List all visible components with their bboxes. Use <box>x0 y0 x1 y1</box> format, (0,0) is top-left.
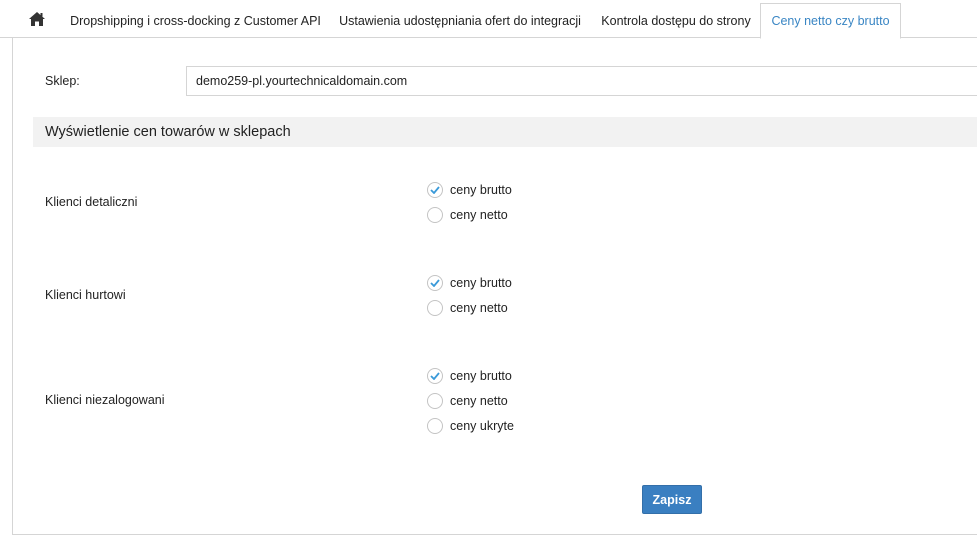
radio-wholesale-gross[interactable]: ceny brutto <box>427 274 512 292</box>
radio-button-checked[interactable] <box>427 275 443 291</box>
radio-button[interactable] <box>427 418 443 434</box>
radio-retail-net[interactable]: ceny netto <box>427 206 508 224</box>
radio-label: ceny brutto <box>450 276 512 290</box>
radio-label: ceny ukryte <box>450 419 514 433</box>
group-label-guests: Klienci niezalogowani <box>45 393 165 407</box>
radio-button[interactable] <box>427 300 443 316</box>
radio-button[interactable] <box>427 207 443 223</box>
shop-select[interactable]: demo259-pl.yourtechnicaldomain.com <box>186 66 977 96</box>
tab-access-control[interactable]: Kontrola dostępu do strony <box>591 3 761 38</box>
home-icon <box>29 12 45 26</box>
radio-label: ceny netto <box>450 301 508 315</box>
radio-button-checked[interactable] <box>427 368 443 384</box>
radio-label: ceny brutto <box>450 183 512 197</box>
tab-bar: Dropshipping i cross-docking z Customer … <box>0 0 977 39</box>
radio-label: ceny brutto <box>450 369 512 383</box>
shop-label: Sklep: <box>45 74 80 88</box>
group-label-wholesale: Klienci hurtowi <box>45 288 126 302</box>
checkmark-icon <box>430 372 440 380</box>
checkmark-icon <box>430 186 440 194</box>
tab-offer-sharing[interactable]: Ustawienia udostępniania ofert do integr… <box>329 3 591 38</box>
radio-label: ceny netto <box>450 394 508 408</box>
tab-home[interactable] <box>22 4 52 34</box>
tab-dropshipping[interactable]: Dropshipping i cross-docking z Customer … <box>62 3 329 38</box>
radio-guests-gross[interactable]: ceny brutto <box>427 367 512 385</box>
radio-guests-hidden[interactable]: ceny ukryte <box>427 417 514 435</box>
checkmark-icon <box>430 279 440 287</box>
radio-retail-gross[interactable]: ceny brutto <box>427 181 512 199</box>
radio-button[interactable] <box>427 393 443 409</box>
radio-guests-net[interactable]: ceny netto <box>427 392 508 410</box>
tab-net-gross-prices[interactable]: Ceny netto czy brutto <box>760 3 901 39</box>
radio-button-checked[interactable] <box>427 182 443 198</box>
group-label-retail: Klienci detaliczni <box>45 195 138 209</box>
save-button[interactable]: Zapisz <box>642 485 702 514</box>
radio-wholesale-net[interactable]: ceny netto <box>427 299 508 317</box>
section-header: Wyświetlenie cen towarów w sklepach <box>33 117 977 147</box>
radio-label: ceny netto <box>450 208 508 222</box>
